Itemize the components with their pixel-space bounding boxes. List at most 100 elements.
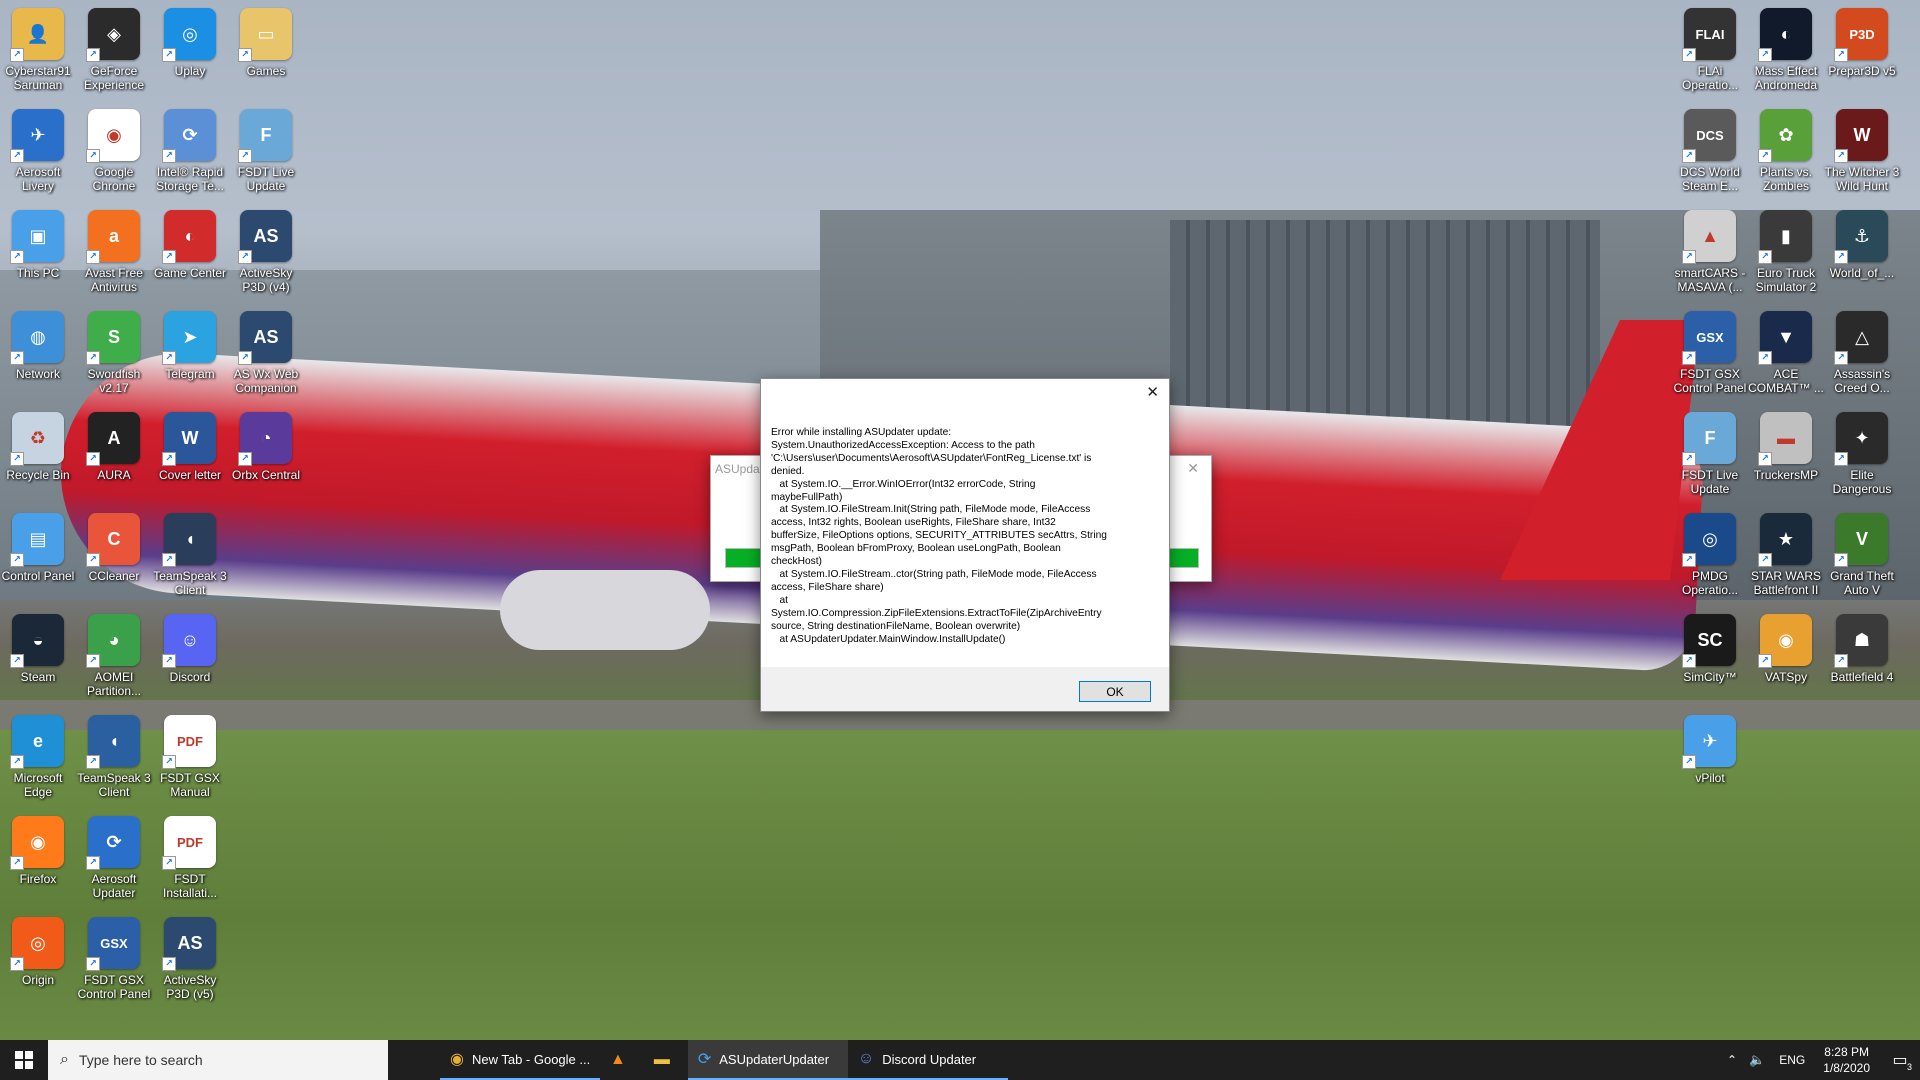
desktop-shortcut[interactable]: ◍ ↗ Network	[0, 305, 76, 403]
shortcut-arrow-icon: ↗	[1682, 553, 1696, 567]
desktop-shortcut[interactable]: ☺ ↗ Discord	[152, 608, 228, 706]
vatspy-icon: ◉ ↗	[1758, 614, 1812, 668]
desktop-shortcut[interactable]: S ↗ Swordfish v2.17	[76, 305, 152, 403]
desktop-shortcut[interactable]: ▼ ↗ ACE COMBAT™ ...	[1748, 305, 1824, 403]
desktop-shortcut-label: Assassin's Creed O...	[1833, 367, 1891, 395]
taskbar-app[interactable]: ☺ Discord Updater	[847, 1040, 1008, 1080]
desktop-shortcut[interactable]: P3D ↗ Prepar3D v5	[1824, 2, 1900, 100]
desktop-shortcut[interactable]: △ ↗ Assassin's Creed O...	[1824, 305, 1900, 403]
desktop-shortcut[interactable]: F ↗ FSDT Live Update	[1672, 406, 1748, 504]
asupdater-close-icon[interactable]: ✕	[1187, 460, 1199, 477]
show-hidden-icons-icon[interactable]: ⌃	[1721, 1053, 1743, 1067]
desktop-shortcut[interactable]: ◉ ↗ Google Chrome	[76, 103, 152, 201]
desktop-shortcut[interactable]: ◎ ↗ Origin	[0, 911, 76, 1009]
desktop-shortcut[interactable]: W ↗ The Witcher 3 Wild Hunt	[1824, 103, 1900, 201]
shortcut-arrow-icon: ↗	[238, 48, 252, 62]
desktop-shortcut[interactable]: ▲ ↗ smartCARS - MASAVA (...	[1672, 204, 1748, 302]
desktop-shortcut[interactable]: V ↗ Grand Theft Auto V	[1824, 507, 1900, 605]
notification-center-button[interactable]: ▭ 3	[1880, 1040, 1920, 1080]
desktop-shortcut[interactable]: ◎ ↗ Uplay	[152, 2, 228, 100]
taskbar-search-box[interactable]: ⌕ Type here to search	[48, 1040, 388, 1080]
volume-icon[interactable]: 🔈	[1743, 1052, 1771, 1068]
desktop-shortcut-label: TeamSpeak 3 Client	[77, 771, 151, 799]
taskbar-app[interactable]: ◉ New Tab - Google ...	[440, 1040, 600, 1080]
this-pc-icon: ▣ ↗	[10, 210, 64, 264]
desktop-shortcut[interactable]: ◔ ↗ Orbx Central	[228, 406, 304, 504]
desktop-shortcut[interactable]: W ↗ Cover letter	[152, 406, 228, 504]
desktop-shortcut[interactable]: ◉ ↗ Firefox	[0, 810, 76, 908]
desktop-shortcut[interactable]: ◉ ↗ VATSpy	[1748, 608, 1824, 706]
desktop-shortcut[interactable]: ⚓ ↗ World_of_...	[1824, 204, 1900, 302]
game-center-icon: ◐ ↗	[162, 210, 216, 264]
desktop-shortcut[interactable]: ⟳ ↗ Aerosoft Updater	[76, 810, 152, 908]
desktop-shortcut[interactable]: ▮ ↗ Euro Truck Simulator 2	[1748, 204, 1824, 302]
taskbar-app[interactable]: ▲	[600, 1040, 644, 1080]
desktop-shortcut[interactable]: PDF ↗ FSDT GSX Manual	[152, 709, 228, 807]
desktop-shortcut[interactable]: AS ↗ AS Wx Web Companion	[228, 305, 304, 403]
clock[interactable]: 8:28 PM 1/8/2020	[1813, 1044, 1880, 1076]
shortcut-arrow-icon: ↗	[1758, 351, 1772, 365]
desktop-shortcut[interactable]: ◖ ↗ TeamSpeak 3 Client	[76, 709, 152, 807]
desktop-shortcut-label: TeamSpeak 3 Client	[153, 569, 227, 597]
shortcut-arrow-icon: ↗	[86, 755, 100, 769]
ok-button[interactable]: OK	[1079, 681, 1151, 702]
origin-icon: ◎ ↗	[10, 917, 64, 971]
start-button[interactable]	[0, 1040, 48, 1080]
desktop-shortcut-label: FSDT Live Update	[237, 165, 295, 193]
taskbar-app[interactable]: ⟳ ASUpdaterUpdater	[687, 1040, 848, 1080]
desktop-shortcut[interactable]: e ↗ Microsoft Edge	[0, 709, 76, 807]
desktop-shortcut[interactable]: F ↗ FSDT Live Update	[228, 103, 304, 201]
desktop-shortcut-label: FSDT Live Update	[1681, 468, 1739, 496]
language-indicator[interactable]: ENG	[1771, 1053, 1813, 1067]
desktop-shortcut[interactable]: ◐ ↗ Mass Effect Andromeda	[1748, 2, 1824, 100]
chrome-icon: ◉ ↗	[86, 109, 140, 163]
desktop-shortcut[interactable]: ◎ ↗ PMDG Operatio...	[1672, 507, 1748, 605]
desktop-shortcut[interactable]: ♻ ↗ Recycle Bin	[0, 406, 76, 504]
desktop-shortcut-label: FSDT Installati...	[162, 872, 218, 900]
desktop-shortcut[interactable]: a ↗ Avast Free Antivirus	[76, 204, 152, 302]
desktop-shortcut[interactable]: ▣ ↗ This PC	[0, 204, 76, 302]
desktop-shortcut[interactable]: ✿ ↗ Plants vs. Zombies	[1748, 103, 1824, 201]
desktop-shortcut[interactable]: ✦ ↗ Elite Dangerous	[1824, 406, 1900, 504]
as-wx-icon: AS ↗	[238, 311, 292, 365]
desktop-shortcut[interactable]: FLAI ↗ FLAi Operatio...	[1672, 2, 1748, 100]
desktop-shortcut[interactable]: SC ↗ SimCity™	[1672, 608, 1748, 706]
desktop-shortcut[interactable]: ▭ ↗ Games	[228, 2, 304, 100]
desktop-shortcut[interactable]: GSX ↗ FSDT GSX Control Panel	[1672, 305, 1748, 403]
desktop-shortcut[interactable]: DCS ↗ DCS World Steam E...	[1672, 103, 1748, 201]
desktop-shortcut[interactable]: ➤ ↗ Telegram	[152, 305, 228, 403]
desktop-shortcut[interactable]: ◒ ↗ Steam	[0, 608, 76, 706]
error-message-line: maybeFullPath)	[771, 491, 843, 503]
desktop-shortcut[interactable]: ✈ ↗ Aerosoft Livery	[0, 103, 76, 201]
shortcut-arrow-icon: ↗	[10, 48, 24, 62]
error-message-line: at System.IO.__Error.WinIOError(Int32 er…	[771, 478, 1036, 490]
desktop-shortcut[interactable]: ⟳ ↗ Intel® Rapid Storage Te...	[152, 103, 228, 201]
desktop-shortcut[interactable]: ☗ ↗ Battlefield 4	[1824, 608, 1900, 706]
desktop-shortcut-label: Origin	[21, 973, 54, 987]
edge-icon: e ↗	[10, 715, 64, 769]
desktop-shortcut[interactable]: A ↗ AURA	[76, 406, 152, 504]
taskbar-app[interactable]: ▬	[644, 1040, 688, 1080]
desktop-shortcut[interactable]: 👤 ↗ Cyberstar91 Saruman	[0, 2, 76, 100]
desktop-shortcut[interactable]: ◈ ↗ GeForce Experience	[76, 2, 152, 100]
desktop-shortcut[interactable]: ◕ ↗ AOMEI Partition...	[76, 608, 152, 706]
shortcut-arrow-icon: ↗	[238, 452, 252, 466]
shortcut-arrow-icon: ↗	[1834, 351, 1848, 365]
desktop-shortcut[interactable]: ◐ ↗ Game Center	[152, 204, 228, 302]
search-icon: ⌕	[60, 1051, 69, 1068]
desktop-shortcut[interactable]: PDF ↗ FSDT Installati...	[152, 810, 228, 908]
icon-glyph: ⟳	[182, 124, 198, 145]
desktop-shortcut[interactable]: C ↗ CCleaner	[76, 507, 152, 605]
shortcut-arrow-icon: ↗	[10, 553, 24, 567]
desktop-shortcut[interactable]: ✈ ↗ vPilot	[1672, 709, 1748, 807]
desktop-shortcut[interactable]: AS ↗ ActiveSky P3D (v5)	[152, 911, 228, 1009]
desktop-shortcut[interactable]: ▤ ↗ Control Panel	[0, 507, 76, 605]
desktop-shortcut[interactable]: ◖ ↗ TeamSpeak 3 Client	[152, 507, 228, 605]
desktop-shortcut[interactable]: ★ ↗ STAR WARS Battlefront II	[1748, 507, 1824, 605]
desktop-shortcut-label: GeForce Experience	[83, 64, 145, 92]
desktop-shortcut[interactable]: ▬ ↗ TruckersMP	[1748, 406, 1824, 504]
shortcut-arrow-icon: ↗	[10, 452, 24, 466]
desktop-shortcut[interactable]: AS ↗ ActiveSky P3D (v4)	[228, 204, 304, 302]
error-dialog-close-icon[interactable]: ✕	[1146, 383, 1159, 401]
desktop-shortcut[interactable]: GSX ↗ FSDT GSX Control Panel	[76, 911, 152, 1009]
